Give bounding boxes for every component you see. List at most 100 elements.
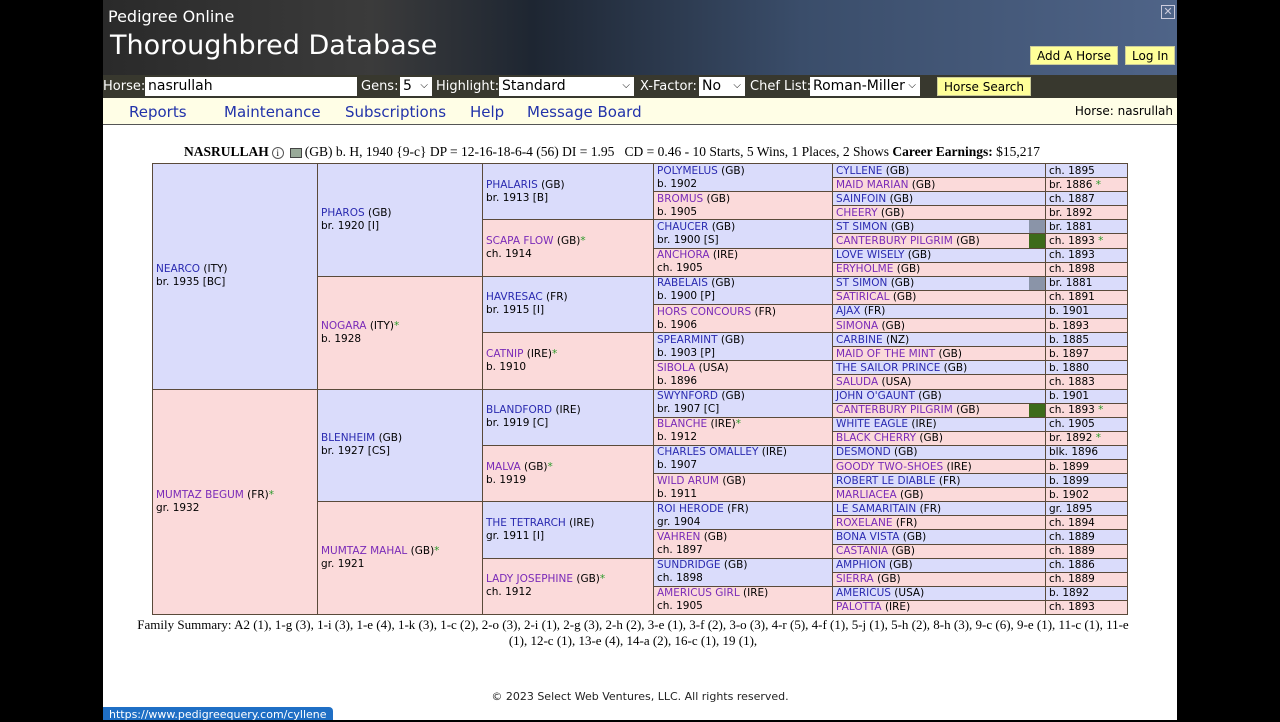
ancestor-link[interactable]: BONA VISTA [836,531,899,543]
ancestor-link[interactable]: SPEARMINT [657,334,718,346]
ancestor-link[interactable]: LADY JOSEPHINE [486,573,573,585]
photo-icon[interactable] [289,147,302,158]
ancestor-country: (FR) [892,516,918,529]
ancestor-link[interactable]: CHAUCER [657,221,708,233]
ancestor-link[interactable]: SAINFOIN [836,193,886,205]
ancestor-link[interactable]: DESMOND [836,446,891,458]
ancestor-link[interactable]: PALOTTA [836,601,882,613]
ancestor-info: ch. 1893 * [1045,233,1128,249]
nav-message-board[interactable]: Message Board [527,103,642,121]
close-icon[interactable]: ✕ [1161,5,1175,19]
ancestor-gen5: ROBERT LE DIABLE (FR) [832,473,1046,489]
ancestor-link[interactable]: AMERICUS [836,587,891,599]
ancestor-info: ch. 1889 [1045,529,1128,545]
highlight-select[interactable]: Standard ⌵ [499,77,634,96]
nav-maintenance[interactable]: Maintenance [224,103,321,121]
ancestor-country: (GB) [700,531,728,544]
site-title[interactable]: Thoroughbred Database [110,30,437,61]
ancestor-gen5: CASTANIA (GB) [832,543,1046,559]
ancestor-link[interactable]: POLYMELUS [657,165,718,177]
ancestor-link[interactable]: THE SAILOR PRINCE [836,362,940,374]
ancestor-link[interactable]: MALVA [486,461,521,473]
ancestor-link[interactable]: SUNDRIDGE [657,559,721,571]
ancestor-info: b. 1912 [657,431,698,444]
ancestor-link[interactable]: ROXELANE [836,517,892,529]
ancestor-link[interactable]: AJAX [836,305,860,317]
ancestor-link[interactable]: SIMONA [836,320,878,332]
horse-search-button[interactable]: Horse Search [937,77,1031,96]
ancestor-link[interactable]: CANTERBURY PILGRIM [836,235,953,247]
ancestor-link[interactable]: HORS CONCOURS [657,306,751,318]
pedigree-row: NEARCO (ITY) br. 1935 [BC] PHAROS (GB) br. … [152,162,1128,390]
ancestor-link[interactable]: MAID OF THE MINT [836,348,935,360]
ancestor-link[interactable]: BLANCHE [657,418,707,430]
xfactor-select[interactable]: No ⌵ [699,77,745,96]
nav-reports[interactable]: Reports [129,103,187,121]
ancestor-country: (GB) [904,249,932,262]
ancestor-link[interactable]: AMERICUS GIRL [657,587,740,599]
ancestor-link[interactable]: ROBERT LE DIABLE [836,475,936,487]
ancestor-link[interactable]: ERYHOLME [836,263,893,275]
ancestor-gen5: ST SIMON (GB) [832,275,1046,291]
ancestor-link[interactable]: LE SAMARITAIN [836,503,916,515]
ancestor-link[interactable]: GOODY TWO-SHOES [836,461,943,473]
ancestor-link[interactable]: WHITE EAGLE [836,418,908,430]
ancestor-link[interactable]: ANCHORA [657,249,710,261]
ancestor-link[interactable]: MUMTAZ BEGUM [156,489,244,501]
ancestor-link[interactable]: NEARCO [156,263,200,275]
add-horse-button[interactable]: Add A Horse [1030,46,1119,65]
ancestor-gen4: HORS CONCOURS (FR) b. 1906 [653,303,833,334]
ancestor-link[interactable]: BLANDFORD [486,404,552,416]
chef-list-select[interactable]: Roman-Miller ⌵ [810,77,920,96]
ancestor-link[interactable]: BLENHEIM [321,432,375,444]
ancestor-link[interactable]: SWYNFORD [657,390,718,402]
ancestor-link[interactable]: SATIRICAL [836,291,890,303]
ancestor-link[interactable]: SALUDA [836,376,878,388]
ancestor-link[interactable]: NOGARA [321,320,367,332]
ancestor-link[interactable]: RABELAIS [657,277,708,289]
info-icon[interactable]: i [271,146,284,159]
gens-select[interactable]: 5 ⌵ [400,77,432,96]
ancestor-link[interactable]: PHAROS [321,207,365,219]
ancestor-info: b. 1896 [657,374,698,387]
ancestor-link[interactable]: CATNIP [486,348,523,360]
ancestor-link[interactable]: WILD ARUM [657,475,719,487]
ancestor-info: b. 1903 [P] [657,346,715,359]
ancestor-link[interactable]: CASTANIA [836,545,888,557]
ancestor-link[interactable]: MUMTAZ MAHAL [321,545,407,557]
horse-summary: NASRULLAH i (GB) b. H, 1940 {9-c} DP = 12-… [184,144,1040,160]
ancestor-info: br. 1886 * [1045,177,1128,193]
ancestor-gen4: SIBOLA (USA) b. 1896 [653,360,833,390]
horse-input[interactable]: nasrullah [145,77,357,96]
ancestor-link[interactable]: CANTERBURY PILGRIM [836,404,953,416]
ancestor-link[interactable]: CHARLES OMALLEY [657,446,758,458]
ancestor-link[interactable]: HAVRESAC [486,291,543,303]
ancestor-link[interactable]: LOVE WISELY [836,249,904,261]
ancestor-link[interactable]: CYLLENE [836,165,882,177]
horse-label: Horse: [103,79,146,94]
nav-help[interactable]: Help [470,103,504,121]
ancestor-link[interactable]: SIERRA [836,573,874,585]
nav-subscriptions[interactable]: Subscriptions [345,103,446,121]
ancestor-link[interactable]: CARBINE [836,334,883,346]
ancestor-link[interactable]: PHALARIS [486,179,538,191]
ancestor-link[interactable]: MAID MARIAN [836,179,908,191]
ancestor-link[interactable]: SCAPA FLOW [486,235,554,247]
ancestor-link[interactable]: MARLIACEA [836,489,897,501]
ancestor-gen5: SIERRA (GB) [832,571,1046,587]
ancestor-link[interactable]: CHEERY [836,207,878,219]
ancestor-country: (FR) [860,305,886,318]
ancestor-country: (IRE) [552,404,581,417]
ancestor-link[interactable]: BROMUS [657,193,703,205]
ancestor-link[interactable]: BLACK CHERRY [836,432,916,444]
ancestor-link[interactable]: ST SIMON [836,277,887,289]
ancestor-link[interactable]: JOHN O'GAUNT [836,390,915,402]
ancestor-info: ch. 1898 [1045,261,1128,277]
ancestor-link[interactable]: ROI HERODE [657,503,724,515]
log-in-button[interactable]: Log In [1125,46,1176,65]
ancestor-link[interactable]: ST SIMON [836,221,887,233]
ancestor-link[interactable]: SIBOLA [657,362,695,374]
ancestor-link[interactable]: VAHREN [657,531,700,543]
ancestor-link[interactable]: THE TETRARCH [486,517,566,529]
ancestor-link[interactable]: AMPHION [836,559,886,571]
